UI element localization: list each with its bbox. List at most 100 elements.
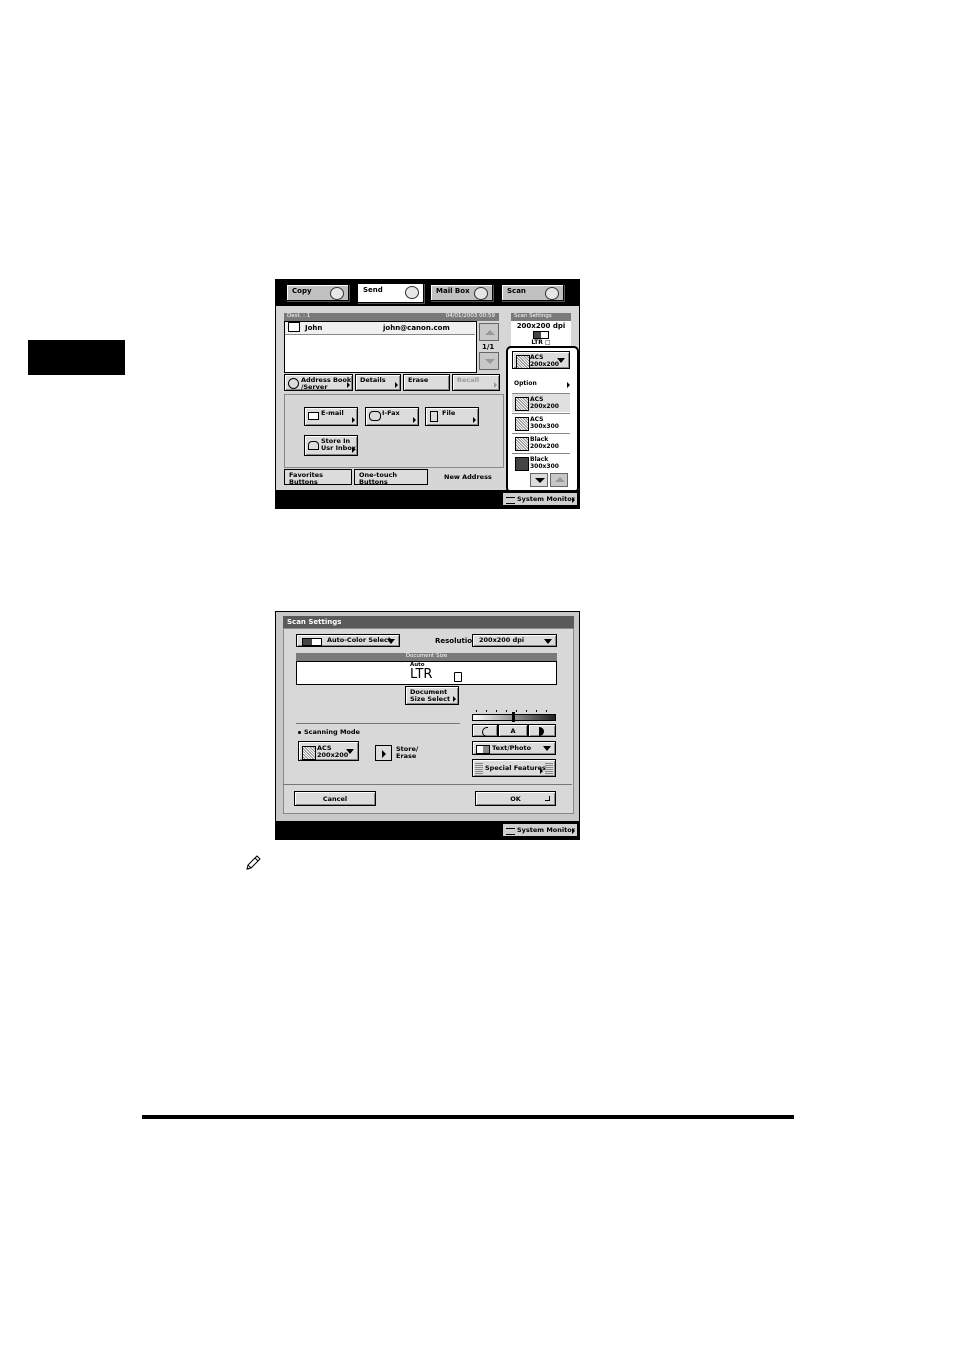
dropdown-item-acs-200[interactable]: ACS 200x200 [512, 393, 570, 412]
portrait-orientation-icon [454, 672, 462, 682]
down-arrow-icon [485, 359, 495, 364]
new-address-tab[interactable]: New Address [430, 469, 502, 485]
one-touch-buttons-label: One-touch Buttons [359, 471, 397, 486]
address-book-label: Address Book /Server [301, 376, 352, 391]
darker-icon [539, 727, 544, 736]
tab-mail-box-label: Mail Box [436, 287, 470, 295]
copy-icon [330, 287, 344, 300]
system-monitor-label: System Monitor [517, 826, 575, 834]
scan-mode-select[interactable]: ACS 200x200 [512, 351, 570, 369]
details-button[interactable]: Details [355, 374, 401, 391]
email-label: E-mail [321, 409, 344, 417]
system-monitor-button[interactable]: System Monitor [502, 492, 578, 506]
one-touch-buttons-tab[interactable]: One-touch Buttons [354, 469, 428, 486]
tab-send-label: Send [363, 286, 383, 294]
image-type-dropdown[interactable]: Text/Photo [472, 741, 556, 755]
page-counter: 1/1 [482, 343, 495, 351]
option-label: Option [514, 380, 537, 387]
dropdown-option[interactable]: Option [512, 377, 570, 393]
dropdown-scroll-up[interactable] [550, 473, 568, 487]
dropdown-item-label: Black 300x300 [530, 456, 559, 470]
color-select-value: Auto-Color Select [327, 636, 392, 644]
list-scroll-down[interactable] [479, 352, 499, 370]
store-erase-button[interactable] [375, 745, 392, 761]
mailbox-icon [474, 287, 488, 300]
scan-settings-summary[interactable]: 200x200 dpi LTR □ [511, 321, 571, 347]
down-arrow-icon [535, 478, 545, 483]
system-monitor-button[interactable]: System Monitor [502, 823, 578, 837]
scanning-mode-heading: Scanning Mode [298, 728, 360, 736]
scan-settings-header-label: Scan Settings [514, 313, 552, 319]
ifax-icon [369, 411, 381, 421]
dropdown-item-acs-300[interactable]: ACS 300x300 [512, 413, 570, 432]
exposure-auto-button[interactable]: A [498, 724, 528, 737]
special-features-button[interactable]: Special Features [472, 759, 556, 777]
tab-copy[interactable]: Copy [286, 284, 349, 301]
email-button[interactable]: E-mail [304, 407, 358, 426]
scan-settings-header: Scan Settings [511, 313, 571, 321]
image-type-value: Text/Photo [492, 744, 532, 752]
dropdown-item-label: Black 200x200 [530, 436, 559, 450]
destination-address: john@canon.com [383, 324, 450, 332]
address-book-button[interactable]: Address Book /Server [284, 374, 353, 391]
document-size-select-button[interactable]: Document Size Select [405, 686, 459, 705]
exposure-darker-button[interactable] [528, 724, 556, 737]
chevron-down-icon [543, 746, 551, 751]
cancel-button[interactable]: Cancel [294, 791, 376, 806]
list-scroll-up[interactable] [479, 323, 499, 341]
ok-button[interactable]: OK [475, 791, 556, 806]
ifax-button[interactable]: I-Fax [365, 407, 419, 426]
color-select-dropdown[interactable]: Auto-Color Select [296, 634, 400, 647]
exposure-auto-label: A [510, 727, 516, 735]
dropdown-item-black-300[interactable]: Black 300x300 [512, 453, 570, 472]
destination-row[interactable]: John john@canon.com [285, 322, 475, 335]
pattern-left-icon [475, 762, 483, 776]
store-erase-label: Store/ Erase [396, 745, 419, 760]
destination-name: John [305, 324, 323, 332]
up-arrow-icon [485, 330, 495, 335]
pattern-right-icon [545, 762, 553, 776]
page-footer-rule [142, 1115, 794, 1119]
tab-mail-box[interactable]: Mail Box [430, 284, 493, 301]
acs-scan-icon [515, 417, 529, 431]
erase-button[interactable]: Erase [403, 374, 450, 391]
tab-scan-label: Scan [507, 287, 526, 295]
dropdown-item-black-200[interactable]: Black 200x200 [512, 433, 570, 452]
destination-count: Dest. : 1 [287, 313, 311, 319]
exposure-lighter-button[interactable] [472, 724, 498, 737]
recall-button[interactable]: Recall [452, 374, 500, 391]
scanning-mode-dropdown[interactable]: ACS 200x200 Option ACS 200x200 ACS 300x3… [506, 346, 579, 493]
dropdown-item-label: ACS 300x300 [530, 416, 559, 430]
black-scan-icon [515, 457, 529, 471]
resolution-value: 200x200 dpi [479, 636, 525, 644]
file-label: File [442, 409, 456, 417]
color-mode-icon [302, 638, 322, 646]
chevron-down-icon [387, 638, 395, 644]
address-book-icon [288, 378, 299, 389]
scanning-mode-dropdown[interactable]: ACS 200x200 [298, 741, 359, 761]
color-mode-icon [533, 331, 549, 339]
exposure-slider-handle[interactable] [512, 712, 515, 722]
store-in-inbox-button[interactable]: Store In Usr Inbox [304, 435, 358, 456]
scan-settings-title-bar: Scan Settings [283, 616, 574, 628]
cancel-label: Cancel [322, 795, 348, 803]
dropdown-scroll-down[interactable] [530, 473, 548, 487]
system-monitor-label: System Monitor [517, 495, 575, 503]
inbox-icon [308, 441, 319, 450]
scanning-mode-value: ACS 200x200 [317, 744, 349, 759]
scan-settings-title: Scan Settings [287, 618, 342, 626]
tab-scan[interactable]: Scan [501, 284, 564, 301]
resolution-value: 200x200 dpi [516, 322, 566, 330]
file-button[interactable]: File [425, 407, 479, 426]
destination-list[interactable]: John john@canon.com [284, 321, 477, 373]
recall-label: Recall [457, 376, 480, 384]
scan-settings-screen: Scan Settings Auto-Color Select Resoluti… [275, 611, 580, 840]
file-icon [430, 411, 438, 422]
send-icon [405, 286, 419, 299]
favorites-buttons-tab[interactable]: Favorites Buttons [284, 469, 352, 486]
chapter-side-tab [28, 340, 125, 375]
document-size-value: LTR [410, 667, 433, 682]
up-arrow-icon [555, 477, 565, 482]
resolution-dropdown[interactable]: 200x200 dpi [472, 634, 557, 647]
tab-send[interactable]: Send [357, 283, 424, 303]
